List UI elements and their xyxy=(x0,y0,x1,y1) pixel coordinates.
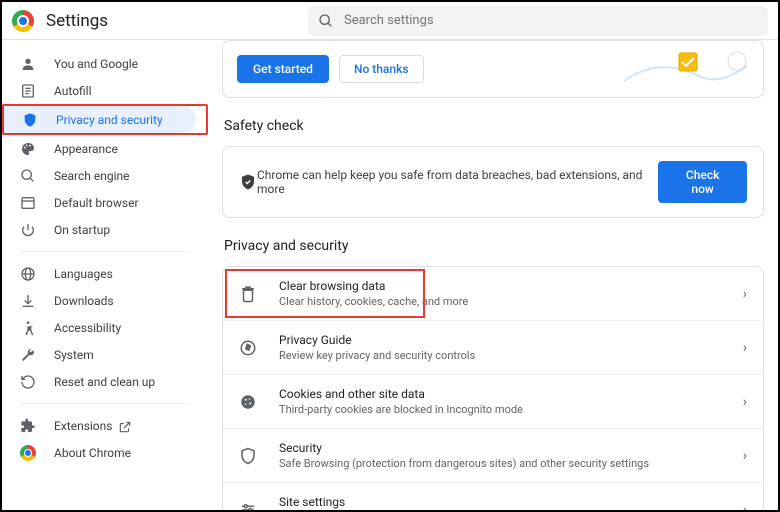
chrome-icon xyxy=(20,445,36,461)
row-title: Site settings xyxy=(279,495,711,509)
row-title: Security xyxy=(279,441,649,455)
privacy-row-site-settings[interactable]: Site settingsControls what information s… xyxy=(223,483,763,510)
sidebar-item-extensions[interactable]: Extensions xyxy=(2,412,198,439)
browser-icon xyxy=(20,195,36,211)
row-text: Site settingsControls what information s… xyxy=(279,495,711,510)
trash-icon xyxy=(239,285,257,303)
person-icon xyxy=(20,56,36,72)
sidebar-item-downloads[interactable]: Downloads xyxy=(2,287,198,314)
safety-check-text: Chrome can help keep you safe from data … xyxy=(257,168,658,196)
sidebar: You and Google Autofill Privacy and securi… xyxy=(2,40,208,510)
sidebar-item-label: Languages xyxy=(54,267,113,281)
shield-icon xyxy=(22,112,38,128)
sidebar-item-privacy-and-security[interactable]: Privacy and security xyxy=(4,106,196,133)
chrome-logo-icon xyxy=(12,10,34,32)
sidebar-item-about-chrome[interactable]: About Chrome xyxy=(2,439,198,466)
accessibility-icon xyxy=(20,320,36,336)
globe-icon xyxy=(20,266,36,282)
sidebar-item-label: Privacy and security xyxy=(56,113,163,127)
privacy-security-card: Clear browsing data Clear history, cookie… xyxy=(222,266,764,510)
cookie-icon xyxy=(239,393,257,411)
header: Settings xyxy=(2,2,778,40)
privacy-row-clear-browsing-data[interactable]: Clear browsing data Clear history, cookie… xyxy=(223,267,763,321)
safety-check-card: Chrome can help keep you safe from data … xyxy=(222,146,764,218)
safety-check-title: Safety check xyxy=(224,118,764,134)
sidebar-separator xyxy=(20,251,190,252)
search-icon xyxy=(318,13,334,29)
sidebar-item-label: Default browser xyxy=(54,196,139,210)
sidebar-item-label: Appearance xyxy=(54,142,118,156)
sidebar-item-label: Autofill xyxy=(54,84,92,98)
sidebar-item-label: Reset and clean up xyxy=(54,375,155,389)
privacy-security-title: Privacy and security xyxy=(224,238,764,254)
sidebar-item-accessibility[interactable]: Accessibility xyxy=(2,314,198,341)
sidebar-item-languages[interactable]: Languages xyxy=(2,260,198,287)
chevron-right-icon: › xyxy=(743,340,747,356)
sidebar-item-label: Accessibility xyxy=(54,321,121,335)
get-started-button[interactable]: Get started xyxy=(237,55,329,83)
row-title: Clear browsing data xyxy=(279,279,468,293)
restore-icon xyxy=(20,374,36,390)
row-subtitle: Review key privacy and security controls xyxy=(279,349,475,362)
extension-icon xyxy=(20,418,36,434)
sidebar-separator xyxy=(20,403,190,404)
promo-illustration-icon xyxy=(619,51,749,87)
privacy-row-security[interactable]: Security Safe Browsing (protection from d… xyxy=(223,429,763,483)
chevron-right-icon: › xyxy=(743,448,747,464)
shield-check-icon xyxy=(239,173,257,191)
sidebar-item-label: System xyxy=(54,348,94,362)
sidebar-item-reset-and-clean-up[interactable]: Reset and clean up xyxy=(2,368,198,395)
sidebar-item-label: Downloads xyxy=(54,294,114,308)
sidebar-item-autofill[interactable]: Autofill xyxy=(2,77,198,104)
palette-icon xyxy=(20,141,36,157)
sidebar-item-appearance[interactable]: Appearance xyxy=(2,135,198,162)
row-subtitle: Third-party cookies are blocked in Incog… xyxy=(279,403,523,416)
power-icon xyxy=(20,222,36,238)
row-text: Cookies and other site data Third-party c… xyxy=(279,387,523,416)
row-subtitle: Clear history, cookies, cache, and more xyxy=(279,295,468,308)
chevron-right-icon: › xyxy=(743,394,747,410)
no-thanks-button[interactable]: No thanks xyxy=(339,55,424,83)
sidebar-item-label: You and Google xyxy=(54,57,138,71)
sidebar-item-on-startup[interactable]: On startup xyxy=(2,216,198,243)
sidebar-item-default-browser[interactable]: Default browser xyxy=(2,189,198,216)
page-title: Settings xyxy=(46,11,108,31)
chevron-right-icon: › xyxy=(743,286,747,302)
sidebar-item-you-and-google[interactable]: You and Google xyxy=(2,50,198,77)
wrench-icon xyxy=(20,347,36,363)
privacy-row-cookies-and-other-site-data[interactable]: Cookies and other site data Third-party c… xyxy=(223,375,763,429)
sidebar-item-search-engine[interactable]: Search engine xyxy=(2,162,198,189)
row-subtitle: Safe Browsing (protection from dangerous… xyxy=(279,457,649,470)
row-text: Security Safe Browsing (protection from d… xyxy=(279,441,649,470)
search-icon xyxy=(20,168,36,184)
main-content: Get started No thanks Safety check Chrom… xyxy=(208,40,778,510)
check-now-button[interactable]: Check now xyxy=(658,161,747,203)
search-box[interactable] xyxy=(308,6,768,36)
sidebar-item-label: Search engine xyxy=(54,169,129,183)
security-icon xyxy=(239,447,257,465)
chevron-right-icon: › xyxy=(743,502,747,511)
sliders-icon xyxy=(239,501,257,511)
autofill-icon xyxy=(20,83,36,99)
sidebar-item-system[interactable]: System xyxy=(2,341,198,368)
download-icon xyxy=(20,293,36,309)
row-title: Privacy Guide xyxy=(279,333,475,347)
search-input[interactable] xyxy=(344,13,758,28)
privacy-row-privacy-guide[interactable]: Privacy Guide Review key privacy and secu… xyxy=(223,321,763,375)
compass-icon xyxy=(239,339,257,357)
row-title: Cookies and other site data xyxy=(279,387,523,401)
row-text: Clear browsing data Clear history, cookie… xyxy=(279,279,468,308)
external-link-icon xyxy=(118,420,130,432)
sidebar-item-label: On startup xyxy=(54,223,110,237)
sidebar-item-label: Extensions xyxy=(54,419,112,433)
promo-card: Get started No thanks xyxy=(222,40,764,98)
sidebar-item-label: About Chrome xyxy=(54,446,131,460)
row-text: Privacy Guide Review key privacy and secu… xyxy=(279,333,475,362)
